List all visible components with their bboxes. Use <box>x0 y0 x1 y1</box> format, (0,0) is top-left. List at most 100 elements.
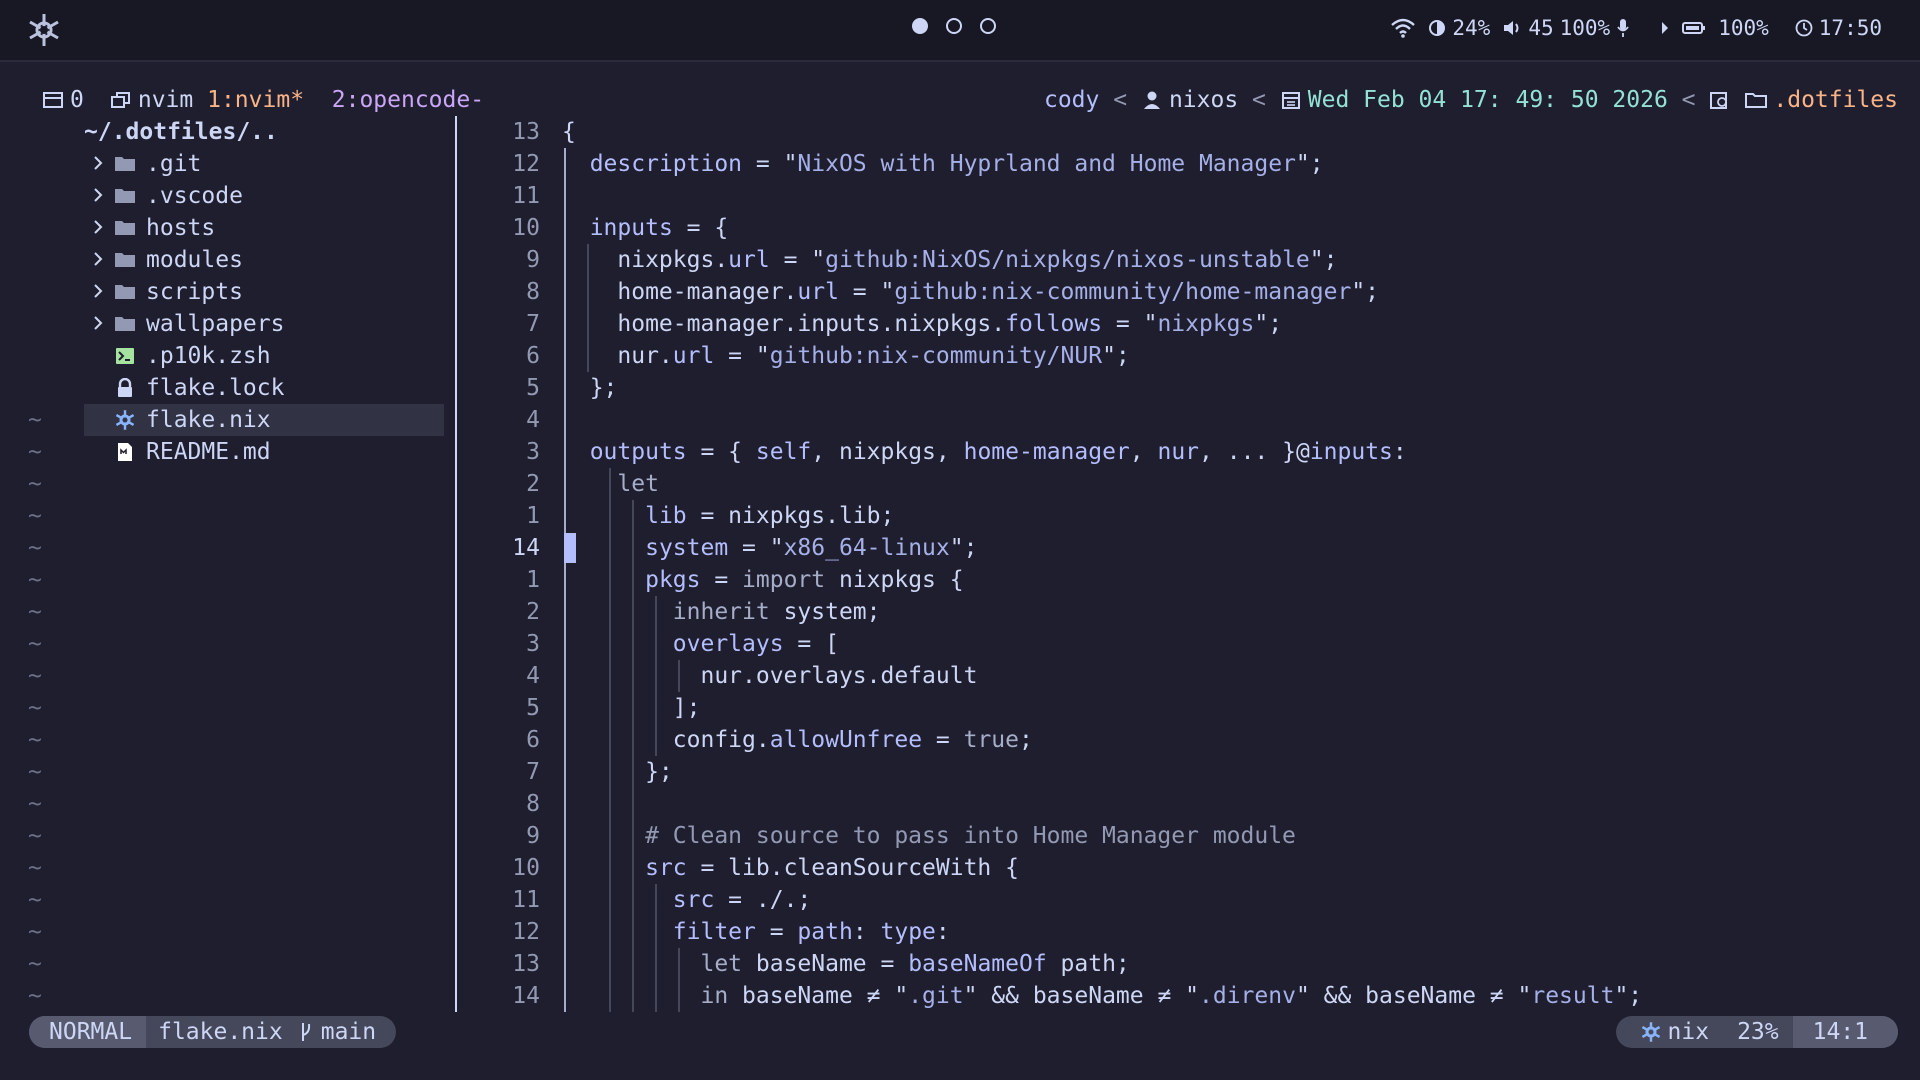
tree-item[interactable]: hosts <box>84 212 444 244</box>
tmux-directory: .dotfiles <box>1773 87 1898 113</box>
microphone-icon <box>1617 19 1629 37</box>
tree-item[interactable]: .vscode <box>84 180 444 212</box>
code-line[interactable]: overlays = [ <box>562 628 839 660</box>
tree-item[interactable]: wallpapers <box>84 308 444 340</box>
indent-guide <box>654 884 657 1012</box>
code-line[interactable]: lib = nixpkgs.lib; <box>562 500 894 532</box>
code-line[interactable]: nur.overlays.default <box>562 660 977 692</box>
empty-line-marker: ~ <box>28 951 42 977</box>
folder-icon <box>112 148 138 180</box>
chevron-right-icon[interactable] <box>84 308 112 340</box>
volume-status[interactable]: 45 100% <box>1502 16 1630 40</box>
line-number: 1 <box>526 567 540 593</box>
line-number: 3 <box>526 631 540 657</box>
tmux-host: nixos <box>1168 87 1239 113</box>
separator-2: < <box>1252 87 1266 113</box>
code-line[interactable]: outputs = { self, nixpkgs, home-manager,… <box>562 436 1407 468</box>
code-line[interactable]: { <box>562 116 576 148</box>
empty-line-marker: ~ <box>28 919 42 945</box>
code-line[interactable]: home-manager.inputs.nixpkgs.follows = "n… <box>562 308 1282 340</box>
tmux-datetime: Wed Feb 04 17: 49: 50 2026 <box>1307 87 1668 113</box>
chevron-right-icon[interactable] <box>84 148 112 180</box>
tree-item[interactable]: modules <box>84 244 444 276</box>
code-line[interactable]: nixpkgs.url = "github:NixOS/nixpkgs/nixo… <box>562 244 1337 276</box>
code-line[interactable]: nur.url = "github:nix-community/NUR"; <box>562 340 1129 372</box>
tree-item-label: .git <box>146 151 202 177</box>
line-number: 2 <box>526 599 540 625</box>
empty-line-marker: ~ <box>28 759 42 785</box>
line-number: 13 <box>512 119 540 145</box>
tmux-window-2[interactable]: 2:opencode- <box>332 84 484 116</box>
empty-line-marker: ~ <box>28 855 42 881</box>
workspace-2-dot[interactable] <box>946 18 962 34</box>
line-number: 10 <box>512 215 540 241</box>
status-line-right: nix 23% 14:1 <box>1615 1016 1898 1048</box>
speaker-icon <box>1504 21 1519 35</box>
code-line[interactable]: description = "NixOS with Hyprland and H… <box>562 148 1324 180</box>
clock[interactable]: 17:50 <box>1795 16 1882 40</box>
filetype: nix <box>1616 1016 1724 1048</box>
chevron-right-icon[interactable] <box>84 244 112 276</box>
tree-item[interactable]: scripts <box>84 276 444 308</box>
code-line[interactable]: src = lib.cleanSourceWith { <box>562 852 1019 884</box>
wifi-status[interactable] <box>1390 17 1416 39</box>
chevron-right-icon[interactable] <box>84 212 112 244</box>
lock-icon <box>112 372 138 404</box>
line-number: 5 <box>526 375 540 401</box>
chevron-right-icon[interactable] <box>84 276 112 308</box>
tmux-separator: < <box>1668 84 1710 116</box>
code-line[interactable]: let baseName = baseNameOf path; <box>562 948 1129 980</box>
battery-status[interactable]: 100% <box>1660 16 1769 40</box>
tmux-status-line: 0 nvim 1:nvim* 2:opencode- cody < nixos … <box>22 84 1898 116</box>
chevron-right-icon[interactable] <box>84 180 112 212</box>
code-line[interactable]: pkgs = import nixpkgs { <box>562 564 964 596</box>
brightness-icon <box>1429 20 1446 36</box>
nix-snowflake-icon[interactable] <box>26 12 62 48</box>
line-number: 9 <box>526 823 540 849</box>
code-line[interactable]: home-manager.url = "github:nix-community… <box>562 276 1379 308</box>
separator-1: < <box>1113 87 1128 113</box>
cursor-position: 14:1 <box>1792 1016 1898 1048</box>
line-number: 6 <box>526 727 540 753</box>
code-line[interactable]: }; <box>562 756 673 788</box>
code-line[interactable]: filter = path: type: <box>562 916 950 948</box>
code-line[interactable]: src = ./.; <box>562 884 811 916</box>
line-number: 1 <box>526 503 540 529</box>
code-editor[interactable]: 13{12 description = "NixOS with Hyprland… <box>462 116 1898 1012</box>
tree-item[interactable]: README.md <box>84 436 444 468</box>
tmux-window-1[interactable]: 1:nvim* <box>207 84 304 116</box>
empty-line-marker: ~ <box>28 887 42 913</box>
empty-line-marker: ~ <box>28 631 42 657</box>
tmux-session-name[interactable]: 0 <box>70 84 84 116</box>
file-tree[interactable]: ~/.dotfiles/.. .git .vscode hosts modules sc… <box>22 116 462 1012</box>
split-divider[interactable] <box>455 116 457 1012</box>
line-number: 4 <box>526 663 540 689</box>
status-line: NORMAL flake.nix main nix 23% 14:1 <box>22 1016 1898 1048</box>
tree-item-label: README.md <box>146 439 271 465</box>
filetype-label: nix <box>1667 1019 1710 1045</box>
tree-item[interactable]: .git <box>84 148 444 180</box>
workspace-3-dot[interactable] <box>980 18 996 34</box>
terminal-window[interactable]: 0 nvim 1:nvim* 2:opencode- cody < nixos … <box>22 84 1898 1054</box>
brightness-status[interactable]: 24% <box>1428 16 1490 40</box>
tmux-user: cody <box>1043 87 1100 113</box>
code-line[interactable]: system = "x86_64-linux"; <box>562 532 977 564</box>
tree-item[interactable]: flake.nix <box>84 404 444 436</box>
empty-line-marker: ~ <box>28 567 42 593</box>
markdown-file-icon <box>112 436 138 468</box>
tree-item[interactable]: flake.lock <box>84 372 444 404</box>
code-line[interactable]: # Clean source to pass into Home Manager… <box>562 820 1296 852</box>
tree-item[interactable]: .p10k.zsh <box>84 340 444 372</box>
system-tray: 24% 45 100% 100% 17:50 <box>1390 16 1882 40</box>
empty-line-marker: ~ <box>28 599 42 625</box>
workspace-1-dot[interactable] <box>912 18 928 34</box>
nix-file-icon <box>112 404 138 436</box>
code-line[interactable]: in baseName ≠ ".git" && baseName ≠ ".dir… <box>562 980 1642 1012</box>
line-number: 12 <box>512 151 540 177</box>
code-line[interactable]: inputs = { <box>562 212 728 244</box>
line-number: 9 <box>526 247 540 273</box>
volume-level: 100% <box>1559 16 1611 40</box>
tree-item-label: .p10k.zsh <box>146 343 271 369</box>
line-number: 3 <box>526 439 540 465</box>
code-line[interactable]: }; <box>562 372 618 404</box>
